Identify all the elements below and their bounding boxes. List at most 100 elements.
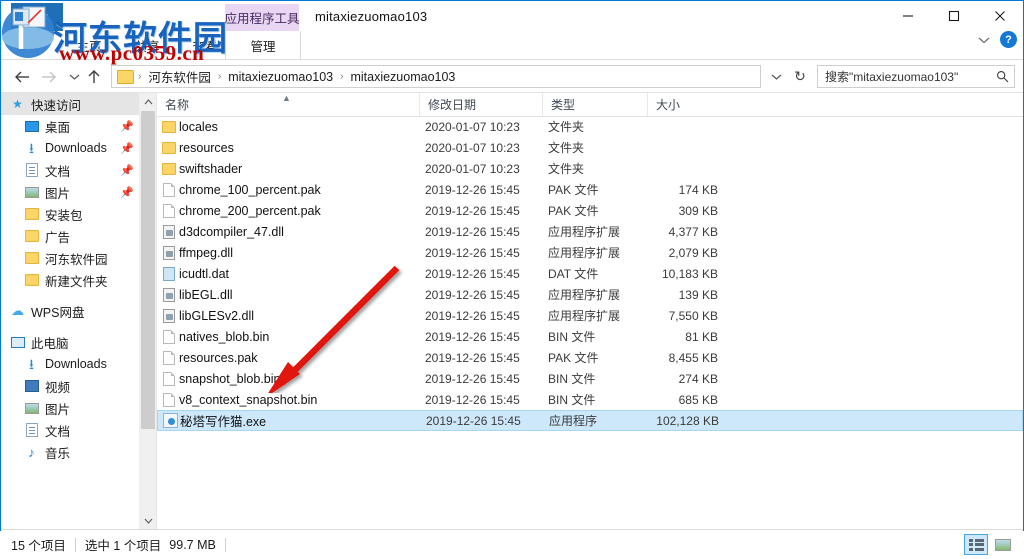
address-dropdown-button[interactable] [765, 65, 787, 88]
sidebar-item-3[interactable]: 文档 📌 [1, 159, 140, 181]
chevron-down-icon[interactable] [978, 33, 990, 47]
file-size: 7,550 KB [668, 308, 718, 323]
search-box[interactable]: 搜索"mitaxiezuomao103" [817, 65, 1015, 88]
search-input[interactable]: 搜索"mitaxiezuomao103" [818, 68, 990, 85]
up-button[interactable] [83, 66, 105, 88]
tab-home[interactable]: 主页 [67, 32, 111, 58]
file-type: BIN 文件 [548, 393, 596, 407]
column-header-size[interactable]: 大小 [647, 93, 725, 116]
maximize-button[interactable] [931, 1, 977, 31]
folder-icon-wrap [23, 228, 40, 244]
column-headers: 名称 ▲ 修改日期 类型 大小 [157, 93, 1023, 117]
sidebar-item-13[interactable]: ⭳ Downloads [1, 353, 140, 375]
folder-icon-wrap [23, 272, 40, 288]
sidebar-item-1[interactable]: 桌面 📌 [1, 115, 140, 137]
window-title-label: mitaxiezuomao103 [315, 9, 428, 24]
title-bar: 文件 主页 共享 查看 应用程序工具 管理 mitaxiezuomao103 ? [1, 1, 1023, 60]
table-row[interactable]: icudtl.dat 2019-12-26 15:45 DAT 文件 10,183 K… [157, 263, 1023, 284]
file-size: 10,183 KB [661, 266, 718, 281]
table-row[interactable]: 秘塔写作猫.exe 2019-12-26 15:45 应用程序 102,128 KB [157, 410, 1023, 431]
tab-manage[interactable]: 管理 [225, 31, 301, 60]
contextual-tab-group: 应用程序工具 管理 [225, 1, 301, 60]
minimize-button[interactable] [885, 1, 931, 31]
sidebar-item-10[interactable]: ☁ WPS网盘 [1, 300, 140, 322]
large-icons-view-button[interactable] [991, 534, 1015, 555]
sidebar-item-2[interactable]: ⭳ Downloads 📌 [1, 137, 140, 159]
scroll-up-arrow-icon[interactable] [140, 93, 156, 110]
table-row[interactable]: d3dcompiler_47.dll 2019-12-26 15:45 应用程序扩展… [157, 221, 1023, 242]
tab-view[interactable]: 查看 [183, 32, 227, 58]
table-row[interactable]: chrome_200_percent.pak 2019-12-26 15:45 PA… [157, 200, 1023, 221]
table-row[interactable]: natives_blob.bin 2019-12-26 15:45 BIN 文件 81… [157, 326, 1023, 347]
column-header-type-label: 类型 [551, 98, 576, 112]
status-selection: 选中 1 个项目 [84, 539, 162, 553]
table-row[interactable]: ffmpeg.dll 2019-12-26 15:45 应用程序扩展 2,079 KB [157, 242, 1023, 263]
breadcrumb-item-1[interactable]: mitaxiezuomao103 [225, 70, 336, 84]
sidebar-item-0[interactable]: ★ 快速访问 [1, 93, 140, 115]
breadcrumb-item-2[interactable]: mitaxiezuomao103 [347, 70, 458, 84]
sidebar-item-5[interactable]: 安装包 [1, 203, 140, 225]
file-date: 2019-12-26 15:45 [426, 413, 521, 428]
details-view-button[interactable] [964, 534, 988, 555]
pin-icon[interactable]: 📌 [120, 164, 134, 177]
sidebar-item-12[interactable]: 此电脑 [1, 331, 140, 353]
table-row[interactable]: locales 2020-01-07 10:23 文件夹 [157, 116, 1023, 137]
pictures-icon [24, 186, 39, 198]
pin-icon[interactable]: 📌 [120, 120, 134, 133]
sidebar-item-15[interactable]: 图片 [1, 397, 140, 419]
file-name: d3dcompiler_47.dll [179, 224, 284, 239]
address-input[interactable]: › 河东软件园 › mitaxiezuomao103 › mitaxiezuom… [111, 65, 761, 88]
file-name: resources.pak [179, 350, 258, 365]
desktop-icon-wrap [23, 118, 40, 134]
sidebar-item-8[interactable]: 新建文件夹 [1, 269, 140, 291]
status-item-count: 15 个项目 [11, 539, 66, 553]
cloud-icon-wrap: ☁ [9, 303, 26, 319]
file-name: resources [179, 140, 234, 155]
column-header-type[interactable]: 类型 [542, 93, 647, 116]
sidebar-item-7[interactable]: 河东软件园 [1, 247, 140, 269]
folder-icon [162, 141, 176, 154]
close-button[interactable] [977, 1, 1023, 31]
back-arrow-icon [14, 71, 29, 83]
ribbon-file-tab[interactable]: 文件 [11, 3, 63, 31]
sidebar-item-4[interactable]: 图片 📌 [1, 181, 140, 203]
dll-file-icon [163, 287, 175, 302]
application-icon [162, 413, 178, 428]
pin-icon[interactable]: 📌 [120, 186, 134, 199]
maximize-icon [948, 10, 960, 22]
recent-locations-button[interactable] [63, 66, 85, 88]
tab-share[interactable]: 共享 [125, 32, 169, 58]
sidebar-item-6[interactable]: 广告 [1, 225, 140, 247]
sidebar-item-17[interactable]: ♪ 音乐 [1, 441, 140, 463]
back-button[interactable] [11, 66, 33, 88]
pin-icon[interactable]: 📌 [120, 142, 134, 155]
table-row[interactable]: libEGL.dll 2019-12-26 15:45 应用程序扩展 139 KB [157, 284, 1023, 305]
refresh-button[interactable]: ↻ [789, 65, 811, 88]
help-icon[interactable]: ? [1000, 31, 1017, 48]
sidebar-item-14[interactable]: 视频 [1, 375, 140, 397]
tab-home-label: 主页 [76, 39, 102, 54]
this-pc-icon-wrap [9, 334, 26, 350]
window-title: mitaxiezuomao103 [315, 9, 427, 24]
sidebar-item-16[interactable]: 文档 [1, 419, 140, 441]
file-type: 文件夹 [548, 141, 585, 155]
forward-button[interactable] [37, 66, 59, 88]
table-row[interactable]: libGLESv2.dll 2019-12-26 15:45 应用程序扩展 7,550… [157, 305, 1023, 326]
file-date: 2019-12-26 15:45 [425, 287, 520, 302]
refresh-icon: ↻ [794, 68, 806, 84]
file-type: BIN 文件 [548, 372, 596, 386]
up-arrow-icon [88, 70, 100, 83]
table-row[interactable]: snapshot_blob.bin 2019-12-26 15:45 BIN 文件 2… [157, 368, 1023, 389]
column-header-date[interactable]: 修改日期 [419, 93, 542, 116]
table-row[interactable]: chrome_100_percent.pak 2019-12-26 15:45 PA… [157, 179, 1023, 200]
scroll-down-arrow-icon[interactable] [140, 512, 156, 529]
navigation-scrollbar-thumb[interactable] [141, 111, 155, 429]
table-row[interactable]: swiftshader 2020-01-07 10:23 文件夹 [157, 158, 1023, 179]
navigation-scrollbar[interactable] [139, 93, 156, 529]
table-row[interactable]: resources 2020-01-07 10:23 文件夹 [157, 137, 1023, 158]
breadcrumb-item-0[interactable]: 河东软件园 [145, 67, 214, 86]
downloads-icon: ⭳ [29, 356, 34, 372]
table-row[interactable]: v8_context_snapshot.bin 2019-12-26 15:45 B… [157, 389, 1023, 410]
folder-icon [24, 252, 39, 264]
table-row[interactable]: resources.pak 2019-12-26 15:45 PAK 文件 8,455… [157, 347, 1023, 368]
